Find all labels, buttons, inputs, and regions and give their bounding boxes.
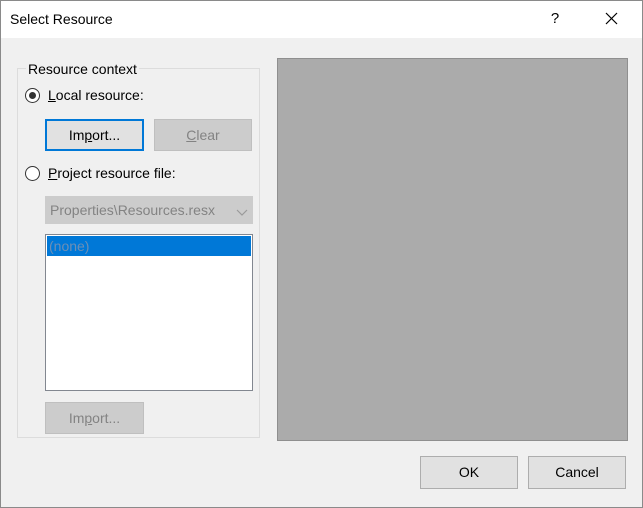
close-icon <box>605 12 618 25</box>
close-button[interactable] <box>597 5 627 33</box>
title-bar: Select Resource ? <box>1 1 642 38</box>
import-button[interactable]: Import... <box>45 119 144 151</box>
resource-file-select-value: Properties\Resources.resx <box>50 202 215 218</box>
project-resource-label: Project resource file: <box>48 165 176 181</box>
resource-preview-pane <box>277 58 628 441</box>
chevron-down-icon <box>236 205 248 221</box>
resource-list[interactable]: (none) <box>45 234 253 391</box>
local-resource-radio[interactable] <box>25 87 40 103</box>
cancel-button[interactable]: Cancel <box>528 456 626 489</box>
ok-button[interactable]: OK <box>420 456 518 489</box>
local-resource-option[interactable]: Local resource: <box>25 87 144 103</box>
resource-context-legend: Resource context <box>26 61 139 77</box>
dialog-title: Select Resource <box>10 11 113 27</box>
project-import-button[interactable]: Import... <box>45 402 144 434</box>
clear-button[interactable]: Clear <box>154 119 252 151</box>
project-resource-option[interactable]: Project resource file: <box>25 165 176 181</box>
help-button[interactable]: ? <box>541 5 569 33</box>
project-resource-radio[interactable] <box>25 165 40 181</box>
select-resource-dialog: Select Resource ? Resource context Local… <box>0 0 643 508</box>
list-item[interactable]: (none) <box>47 236 251 256</box>
resource-file-select[interactable]: Properties\Resources.resx <box>45 196 253 224</box>
local-resource-label: Local resource: <box>48 87 144 103</box>
